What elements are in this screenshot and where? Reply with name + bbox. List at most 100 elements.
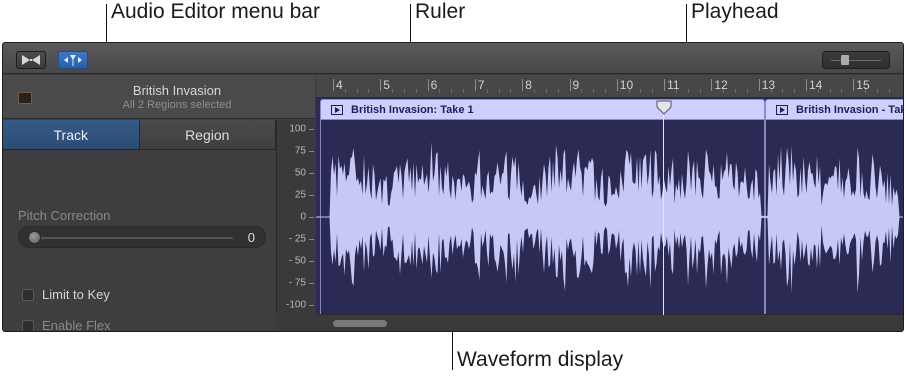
enable-flex-row[interactable]: Enable Flex — [22, 318, 111, 331]
limit-to-key-row[interactable]: Limit to Key — [22, 287, 110, 302]
callout-waveform: Waveform display — [457, 348, 624, 371]
track-icon — [18, 92, 32, 104]
ruler-bar-tick — [569, 79, 571, 91]
waveform-shape — [316, 141, 903, 294]
tab-region[interactable]: Region — [139, 120, 276, 149]
pitch-slider-knob[interactable] — [28, 231, 41, 244]
pitch-correction-slider[interactable]: 0 — [18, 226, 266, 248]
ruler-bar-tick — [427, 79, 429, 91]
flex-button[interactable] — [58, 51, 88, 69]
ruler-bar-tick — [711, 79, 713, 91]
ruler-beat-tick — [876, 89, 878, 93]
zoom-slider[interactable] — [822, 51, 890, 69]
audio-editor-window: British Invasion All 2 Regions selected … — [2, 42, 904, 332]
ruler-beat-tick — [794, 89, 796, 93]
scrollbar-thumb[interactable] — [333, 320, 387, 327]
tab-track[interactable]: Track — [3, 120, 140, 149]
region-header-1[interactable]: British Invasion: Take 1 — [320, 99, 765, 120]
amplitude-tick-mark — [309, 217, 314, 218]
catch-button[interactable] — [16, 51, 46, 69]
amplitude-tick-mark — [309, 305, 314, 306]
region-title-2: British Invasion - Take — [796, 104, 904, 116]
ruler-beat-tick — [735, 89, 737, 93]
amplitude-tick-label: 0 — [300, 211, 306, 223]
ruler-beat-tick — [415, 89, 417, 93]
ruler-beat-tick — [344, 89, 346, 93]
waveform-display[interactable]: British Invasion: Take 1 British Invasio… — [316, 98, 903, 314]
ruler-bar-tick — [333, 79, 334, 91]
ruler-bar-number: 4 — [336, 78, 343, 92]
region-play-icon[interactable] — [776, 105, 788, 115]
amplitude-tick-mark — [309, 261, 314, 262]
amplitude-tick-mark — [309, 195, 314, 196]
limit-to-key-checkbox[interactable] — [22, 288, 34, 301]
ruler-beat-tick — [841, 89, 843, 93]
ruler-beat-tick — [687, 89, 689, 93]
inspector-tabs: Track Region — [3, 120, 276, 150]
ruler-beat-tick — [782, 89, 784, 93]
ruler-beat-tick — [581, 89, 583, 93]
ruler-bar-number: 15 — [856, 78, 870, 92]
zoom-slider-icon[interactable] — [841, 55, 849, 65]
track-inspector: British Invasion All 2 Regions selected … — [3, 75, 315, 331]
ruler-bar-number: 5 — [383, 78, 390, 92]
ruler-beat-tick — [463, 89, 465, 93]
ruler-bar-tick — [474, 79, 476, 91]
ruler-beat-tick — [652, 89, 654, 93]
ruler-bar-tick — [758, 79, 760, 91]
pitch-correction-label: Pitch Correction — [18, 208, 111, 223]
audio-editor-menu-bar — [3, 43, 903, 74]
ruler-bar-number: 13 — [761, 78, 776, 92]
playhead-handle-icon[interactable] — [656, 100, 672, 116]
ruler-beat-tick — [356, 89, 358, 93]
ruler-beat-tick — [593, 89, 595, 93]
limit-to-key-label: Limit to Key — [42, 287, 110, 302]
amplitude-tick-label: - 75 — [288, 277, 306, 289]
ruler-beat-tick — [604, 89, 606, 93]
amplitude-tick-label: 25 — [294, 189, 306, 201]
ruler-bar-number: 7 — [477, 78, 485, 92]
ruler-beat-tick — [675, 89, 677, 93]
amplitude-tick-label: 100 — [289, 123, 306, 135]
ruler[interactable]: 4 5 6 7 8 9 10 11 12 13 14 15 — [316, 75, 903, 98]
amplitude-tick-label: - 50 — [288, 255, 306, 267]
ruler-bar-number: 11 — [667, 78, 680, 92]
ruler-bar-number: 9 — [572, 78, 580, 92]
amplitude-tick-mark — [309, 129, 314, 130]
callout-menu-bar: Audio Editor menu bar — [111, 0, 320, 23]
ruler-beat-tick — [770, 89, 772, 93]
ruler-bar-number: 8 — [525, 78, 532, 92]
amplitude-tick-label: 50 — [294, 167, 306, 179]
ruler-bar-tick — [380, 79, 382, 91]
selection-subtitle: All 2 Regions selected — [122, 99, 232, 111]
ruler-bar-tick — [806, 79, 807, 91]
region-play-icon[interactable] — [331, 105, 343, 115]
ruler-beat-tick — [368, 89, 370, 93]
ruler-beat-tick — [723, 89, 725, 93]
horizontal-scrollbar[interactable] — [316, 314, 903, 331]
ruler-beat-tick — [498, 89, 500, 93]
ruler-beat-tick — [829, 89, 831, 93]
ruler-beat-tick — [545, 89, 547, 93]
region-header-2[interactable]: British Invasion - Take — [765, 99, 904, 120]
amplitude-axis-footer — [276, 314, 316, 331]
flex-icon — [64, 55, 82, 66]
amplitude-tick-label: 75 — [294, 145, 306, 157]
ruler-bar-number: 14 — [809, 78, 823, 92]
ruler-bar-tick — [522, 79, 524, 91]
ruler-bar-number: 12 — [714, 78, 728, 92]
ruler-beat-tick — [486, 89, 488, 93]
ruler-bar-tick — [853, 79, 855, 91]
ruler-beat-tick — [392, 89, 394, 93]
enable-flex-checkbox[interactable] — [22, 319, 34, 331]
ruler-beat-tick — [557, 89, 559, 93]
ruler-beat-tick — [534, 89, 536, 93]
playhead[interactable] — [663, 108, 665, 315]
amplitude-tick-mark — [309, 151, 314, 152]
ruler-beat-tick — [451, 89, 453, 93]
ruler-beat-tick — [439, 89, 441, 93]
waveform — [316, 141, 903, 294]
amplitude-tick-mark — [309, 239, 314, 240]
ruler-beat-tick — [817, 89, 819, 93]
ruler-bar-number: 6 — [430, 78, 438, 92]
